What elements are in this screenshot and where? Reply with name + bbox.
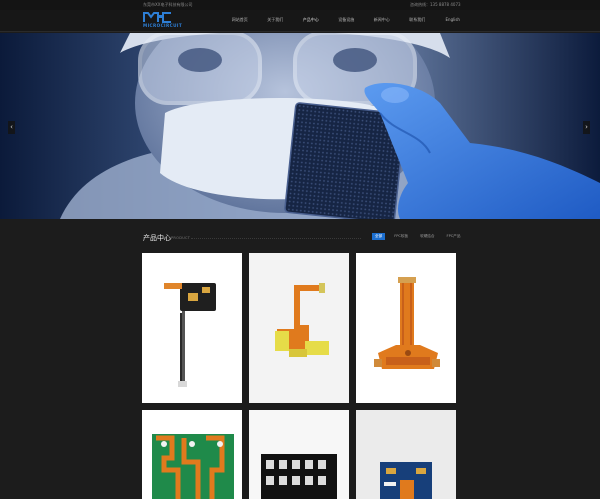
top-bar: 东莞市XX电子科技有限公司 咨询热线：135 8878 4073 [0, 0, 600, 10]
product-card[interactable] [142, 253, 242, 403]
hotline-text: 咨询热线：135 8878 4073 [410, 2, 461, 7]
nav-equipment[interactable]: 设备设施 [329, 17, 365, 23]
logo-text: MICROCIRCUIT [143, 23, 183, 28]
nav-home[interactable]: 网站首页 [222, 17, 258, 23]
company-name: 东莞市XX电子科技有限公司 [143, 2, 193, 7]
nav-news[interactable]: 新闻中心 [364, 17, 400, 23]
product-tabs: 全部 FPC软板 软硬结合 FPC产品 [372, 233, 469, 240]
nav-products[interactable]: 产品中心 [293, 17, 329, 23]
section-divider [191, 237, 361, 239]
section-title: 产品中心 [143, 234, 171, 242]
product-card[interactable] [356, 410, 456, 499]
product-card[interactable] [249, 253, 349, 403]
product-image [249, 410, 349, 499]
tab-all[interactable]: 全部 [372, 233, 386, 240]
nav-about[interactable]: 关于我们 [258, 17, 294, 23]
tab-fpc-products[interactable]: FPC产品 [444, 233, 464, 240]
banner-prev-button[interactable]: ‹ [8, 121, 15, 134]
hero-banner [0, 33, 600, 219]
banner-next-button[interactable]: › [583, 121, 590, 134]
product-image [142, 410, 242, 499]
header: MICROCIRCUIT 网站首页 关于我们 产品中心 设备设施 新闻中心 联系… [0, 10, 600, 32]
tab-fpc[interactable]: FPC软板 [391, 233, 411, 240]
product-card[interactable] [249, 410, 349, 499]
product-card[interactable] [142, 410, 242, 499]
product-card[interactable] [356, 253, 456, 403]
page: 东莞市XX电子科技有限公司 咨询热线：135 8878 4073 MICROCI… [0, 0, 600, 499]
product-image [249, 253, 349, 403]
banner-image [0, 33, 600, 219]
nav-contact[interactable]: 联系我们 [400, 17, 436, 23]
main-nav: 网站首页 关于我们 产品中心 设备设施 新闻中心 联系我们 English [222, 17, 471, 23]
product-image [356, 410, 456, 499]
product-image [142, 253, 242, 403]
nav-english[interactable]: English [435, 17, 471, 23]
tab-rigid-flex[interactable]: 软硬结合 [417, 233, 437, 240]
product-image [356, 253, 456, 403]
section-subtitle: PRODUCT [171, 235, 191, 240]
